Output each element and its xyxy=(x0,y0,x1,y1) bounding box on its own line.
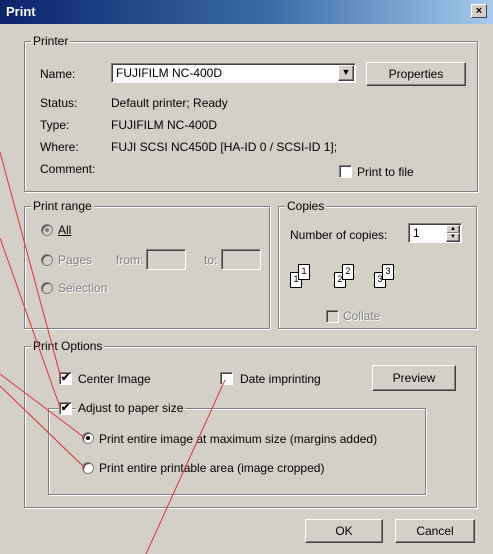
annotation-line xyxy=(145,379,226,554)
annotation-line xyxy=(0,373,86,439)
annotation-lines xyxy=(0,151,226,554)
annotation-line xyxy=(0,385,86,469)
